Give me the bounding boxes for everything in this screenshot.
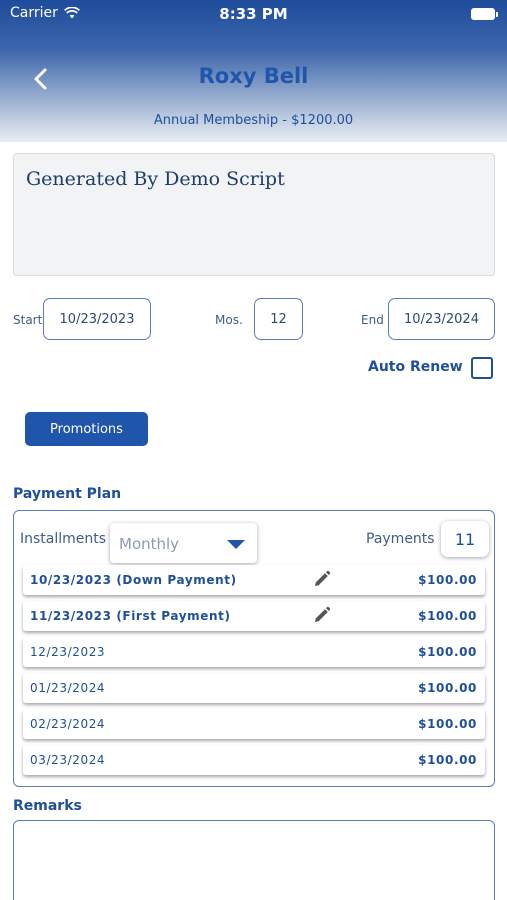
installments-value: Monthly (119, 535, 180, 553)
payment-row[interactable]: 01/23/2024 $100.00 (23, 673, 485, 703)
payment-amount: $100.00 (418, 717, 477, 731)
start-label: Start (13, 313, 43, 327)
payment-row[interactable]: 11/23/2023 (First Payment) $100.00 (23, 601, 485, 631)
page-title: Roxy Bell (198, 64, 309, 88)
installments-label: Installments (20, 531, 107, 547)
pencil-icon[interactable] (313, 606, 331, 624)
payment-amount: $100.00 (418, 609, 477, 623)
status-time: 8:33 PM (219, 5, 288, 23)
payment-row[interactable]: 02/23/2024 $100.00 (23, 709, 485, 739)
auto-renew-checkbox[interactable] (471, 357, 493, 379)
remarks-input[interactable] (13, 820, 495, 900)
payment-plan-panel: Installments Monthly Payments 11 10/23/2… (13, 510, 495, 787)
payment-plan-label: Payment Plan (13, 486, 122, 502)
months-label: Mos. (215, 313, 243, 327)
end-label: End (361, 313, 384, 327)
payment-date: 10/23/2023 (Down Payment) (30, 573, 237, 587)
months-field[interactable]: 12 (254, 298, 303, 340)
battery-icon (471, 8, 498, 20)
remarks-label: Remarks (13, 798, 82, 814)
end-date-field[interactable]: 10/23/2024 (388, 298, 495, 340)
payment-date: 11/23/2023 (First Payment) (30, 609, 231, 623)
notes-field[interactable]: Generated By Demo Script (13, 153, 495, 276)
installments-select[interactable]: Monthly (110, 523, 257, 563)
auto-renew-label: Auto Renew (368, 359, 463, 375)
payment-date: 02/23/2024 (30, 717, 106, 731)
payment-amount: $100.00 (418, 645, 477, 659)
payments-label: Payments (366, 531, 435, 547)
payment-date: 01/23/2024 (30, 681, 106, 695)
payment-row[interactable]: 03/23/2024 $100.00 (23, 745, 485, 775)
payment-amount: $100.00 (418, 681, 477, 695)
nav-header: Carrier 8:33 PM Roxy Bell Annual Membesh… (0, 0, 507, 142)
membership-subtitle: Annual Membeship - $1200.00 (153, 113, 354, 128)
payment-row[interactable]: 10/23/2023 (Down Payment) $100.00 (23, 565, 485, 595)
promotions-button[interactable]: Promotions (25, 412, 148, 446)
pencil-icon[interactable] (313, 570, 331, 588)
caret-down-icon (227, 540, 245, 549)
payments-count-field[interactable]: 11 (441, 521, 489, 557)
payment-row[interactable]: 12/23/2023 $100.00 (23, 637, 485, 667)
start-date-field[interactable]: 10/23/2023 (43, 298, 151, 340)
payment-date: 12/23/2023 (30, 645, 106, 659)
status-bar: Carrier 8:33 PM (0, 0, 507, 28)
payment-amount: $100.00 (418, 753, 477, 767)
payment-amount: $100.00 (418, 573, 477, 587)
payment-date: 03/23/2024 (30, 753, 106, 767)
